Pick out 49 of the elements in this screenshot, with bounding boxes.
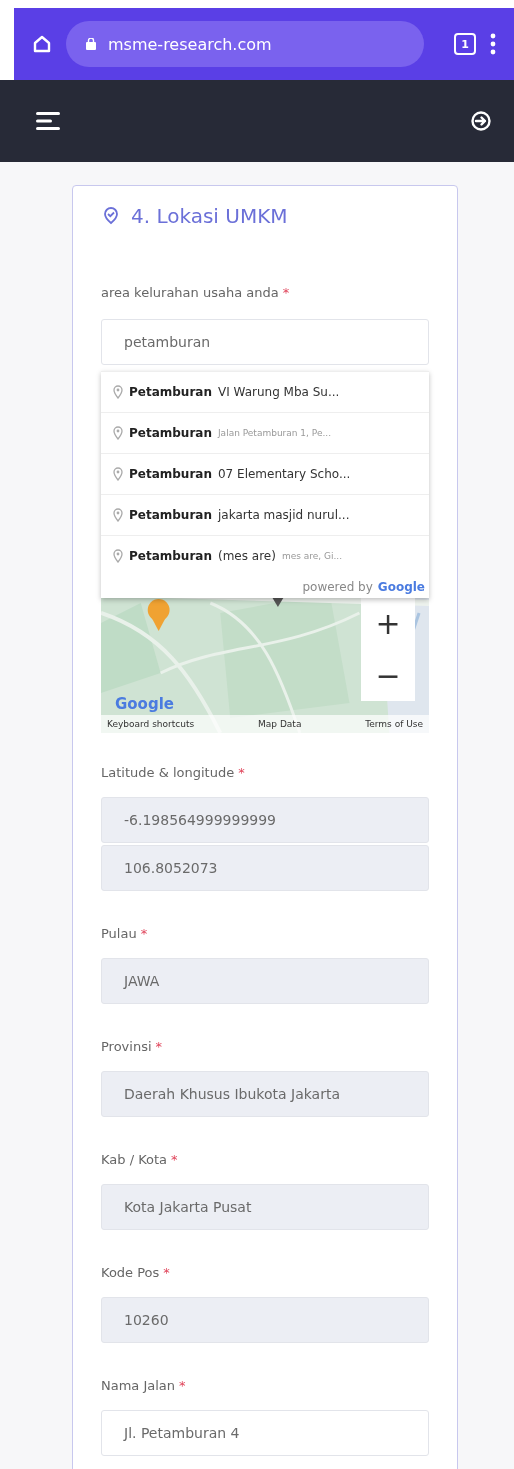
suggestion-item[interactable]: Petamburan Jalan Petamburan 1, Pe... — [101, 412, 429, 453]
provider-logo: Google — [377, 580, 425, 594]
map-marker-icon — [101, 206, 121, 226]
pin-icon — [113, 385, 123, 399]
required-mark: * — [163, 1264, 170, 1282]
lock-icon — [86, 38, 96, 50]
pin-icon — [113, 549, 123, 563]
required-mark: * — [171, 1151, 178, 1169]
menu-icon[interactable] — [36, 111, 60, 131]
pin-icon — [113, 467, 123, 481]
text-field[interactable]: Jl. Petamburan 4 — [101, 1410, 429, 1456]
map-logo: Google — [115, 695, 174, 713]
field-label: Provinsi — [101, 1038, 152, 1056]
suggestion-item[interactable]: Petamburan VI Warung Mba Su... — [101, 371, 429, 412]
search-field[interactable]: petamburan — [101, 319, 429, 365]
field-label: Latitude & longitude — [101, 764, 235, 782]
section-title: 4. Lokasi UMKM — [131, 204, 288, 228]
powered-by-text: powered by — [302, 580, 373, 594]
text-field[interactable]: -6.198564999999999 — [101, 797, 429, 843]
tab-count-button[interactable]: 1 — [454, 33, 476, 55]
home-icon[interactable] — [32, 34, 52, 54]
map-link[interactable]: Terms of Use — [365, 719, 423, 729]
map-link[interactable]: Keyboard shortcuts — [107, 719, 195, 729]
text-field[interactable]: Daerah Khusus Ibukota Jakarta — [101, 1071, 429, 1117]
field-label: Kab / Kota — [101, 1151, 168, 1169]
text-field[interactable]: Kota Jakarta Pusat — [101, 1184, 429, 1230]
suggestion-item[interactable]: Petamburan jakarta masjid nurul... — [101, 494, 429, 535]
required-mark: * — [179, 1377, 186, 1395]
logout-icon[interactable] — [470, 110, 492, 132]
text-field[interactable]: 10260 — [101, 1297, 429, 1343]
suggestion-item[interactable]: Petamburan 07 Elementary Scho... — [101, 453, 429, 494]
field-label: Pulau — [101, 925, 137, 943]
required-mark: * — [238, 764, 245, 782]
field-label: Nama Jalan — [101, 1377, 176, 1395]
suggestion-item[interactable]: Petamburan (mes are) mes are, Gi... — [101, 535, 429, 576]
address-bar[interactable]: msme-research.com — [66, 21, 424, 67]
required-mark: * — [155, 1038, 163, 1056]
map-link[interactable]: Map Data — [258, 719, 302, 729]
pin-icon — [113, 508, 123, 522]
field-label: area kelurahan usaha anda — [101, 284, 279, 302]
text-field[interactable]: JAWA — [101, 958, 429, 1004]
url-text: msme-research.com — [108, 34, 272, 54]
more-icon[interactable] — [490, 33, 496, 55]
map-view[interactable]: + − Google Keyboard shortcuts Map Data Terms of Use — [101, 593, 429, 733]
pin-icon — [113, 426, 123, 440]
text-field[interactable]: 106.8052073 — [101, 845, 429, 891]
field-label: Kode Pos — [101, 1264, 160, 1282]
required-mark: * — [282, 284, 290, 302]
required-mark: * — [140, 925, 148, 943]
